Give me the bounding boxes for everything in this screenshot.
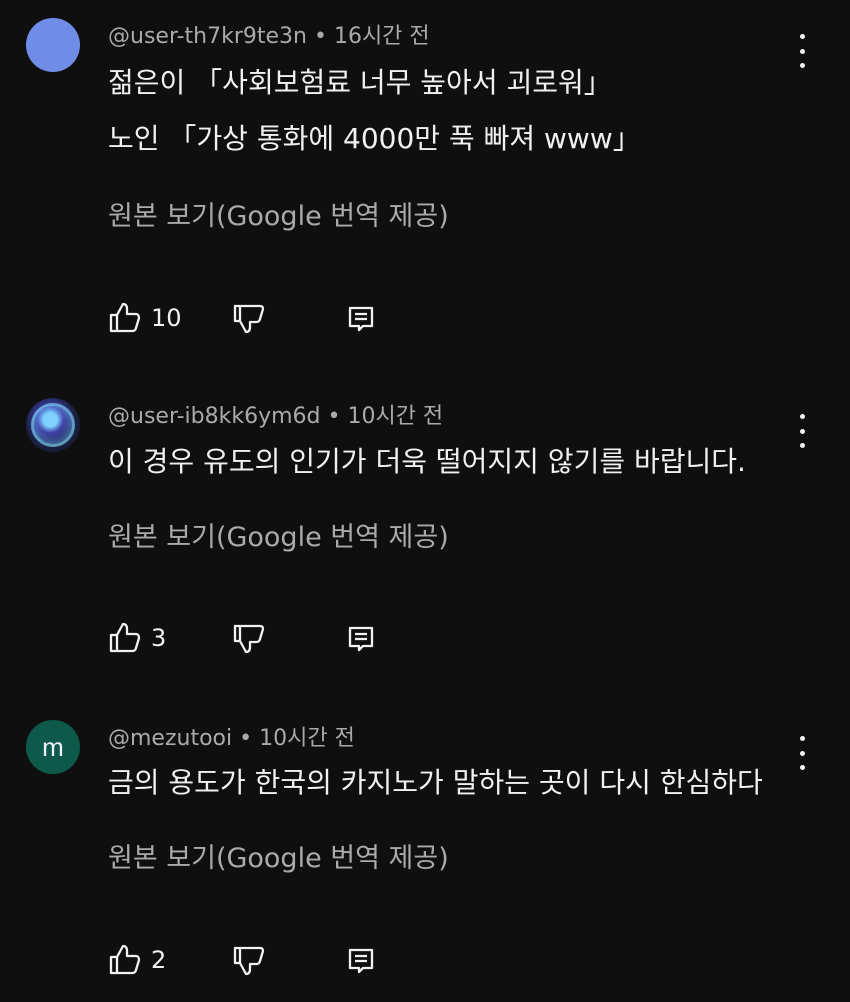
comment-time: 10시간 전 <box>259 726 355 751</box>
comment-line: 젊은이 「사회보험료 너무 높아서 괴로워」 <box>108 66 612 99</box>
reply-icon <box>344 943 378 977</box>
thumb-down-icon <box>232 621 266 655</box>
like-button[interactable]: 2 <box>108 942 166 978</box>
separator-dot: • <box>313 24 327 49</box>
avatar-letter: m <box>42 731 64 762</box>
reply-button[interactable] <box>344 300 378 336</box>
avatar[interactable] <box>26 398 80 452</box>
comment-time: 16시간 전 <box>333 24 430 49</box>
thumb-down-icon <box>232 943 266 977</box>
like-count: 3 <box>151 624 167 652</box>
like-count: 2 <box>151 946 167 974</box>
comment-header: @mezutooi • 10시간 전 <box>108 720 355 752</box>
author-handle[interactable]: @mezutooi <box>108 726 232 751</box>
dislike-button[interactable] <box>232 300 266 336</box>
see-original-link[interactable]: 원본 보기(Google 번역 제공) <box>108 836 449 875</box>
thumb-down-icon <box>232 301 266 335</box>
avatar[interactable] <box>26 18 80 72</box>
thumb-up-icon <box>108 621 142 655</box>
dislike-button[interactable] <box>232 620 266 656</box>
see-original-link[interactable]: 원본 보기(Google 번역 제공) <box>108 515 449 554</box>
reply-icon <box>344 621 378 655</box>
more-vert-icon[interactable] <box>792 736 812 770</box>
dislike-button[interactable] <box>232 942 266 978</box>
comment-time: 10시간 전 <box>347 404 444 429</box>
comment-header: @user-ib8kk6ym6d • 10시간 전 <box>108 398 443 430</box>
comment-header: @user-th7kr9te3n • 16시간 전 <box>108 18 430 50</box>
thumb-up-icon <box>108 301 142 335</box>
like-button[interactable]: 10 <box>108 300 182 336</box>
thumb-up-icon <box>108 943 142 977</box>
separator-dot: • <box>327 404 341 429</box>
reply-button[interactable] <box>344 942 378 978</box>
more-vert-icon[interactable] <box>792 414 812 448</box>
like-count: 10 <box>151 304 182 332</box>
comment-line: 노인 「가상 통화에 4000만 푹 빠져 www」 <box>108 122 641 155</box>
reply-button[interactable] <box>344 620 378 656</box>
comment-line: 금의 용도가 한국의 카지노가 말하는 곳이 다시 한심하다 <box>108 766 763 799</box>
see-original-link[interactable]: 원본 보기(Google 번역 제공) <box>108 194 449 233</box>
comment-line: 이 경우 유도의 인기가 더욱 떨어지지 않기를 바랍니다. <box>108 445 746 478</box>
separator-dot: • <box>239 726 253 751</box>
more-vert-icon[interactable] <box>792 34 812 68</box>
author-handle[interactable]: @user-th7kr9te3n <box>108 24 307 49</box>
avatar[interactable]: m <box>26 720 80 774</box>
reply-icon <box>344 301 378 335</box>
author-handle[interactable]: @user-ib8kk6ym6d <box>108 404 320 429</box>
like-button[interactable]: 3 <box>108 620 166 656</box>
